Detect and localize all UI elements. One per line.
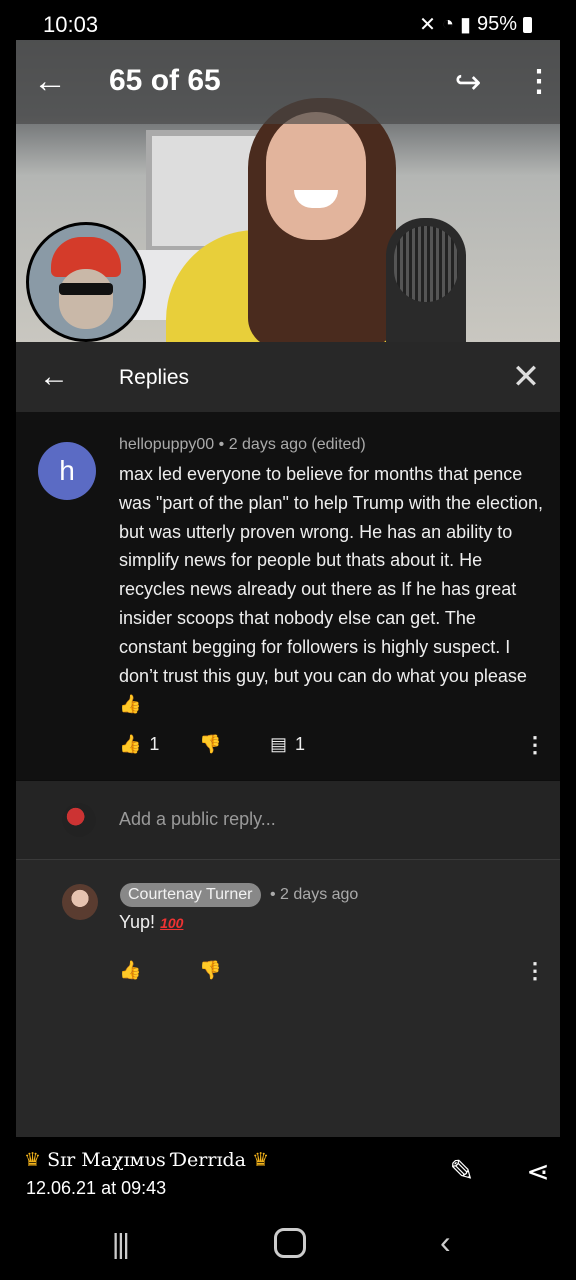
replies-title: Replies (119, 366, 190, 389)
overlay-avatar (26, 222, 146, 342)
like-count: 1 (149, 734, 160, 754)
thumbs-up-emoji-icon: 👍 (119, 694, 142, 715)
close-icon[interactable]: ✕ (504, 356, 548, 400)
avatar-glasses (59, 283, 113, 295)
comment-text-block: max led everyone to believe for months t… (119, 460, 544, 719)
nav-back-icon[interactable]: ‹ (440, 1224, 451, 1261)
image-counter: 65 of 65 (109, 64, 221, 97)
speaker-face (266, 112, 366, 240)
commenter-avatar[interactable]: h (38, 442, 96, 500)
reply-like-button[interactable]: 👍 (119, 960, 141, 981)
replies-back-icon[interactable]: ← (32, 356, 76, 400)
status-time: 10:03 (43, 12, 99, 37)
reply-dislike-button[interactable]: 👎 (199, 960, 221, 981)
reply-text-block: Yup! 100 (119, 912, 183, 933)
dislike-icon: 👎 (199, 960, 222, 980)
reply-icon: ▤ (270, 734, 288, 754)
reply-button[interactable]: ▤ 1 (270, 734, 305, 755)
avatar-face (59, 269, 113, 329)
gallery-frame: ← 65 of 65 ↪ ⋮ ← Replies ✕ h hellopuppy0… (16, 40, 560, 1137)
share-arrow-icon[interactable]: ↪ (446, 60, 490, 104)
replies-header: ← Replies ✕ (16, 342, 560, 412)
status-icons: ✕ ◔ ▮ 95% (419, 12, 532, 37)
reply-count: 1 (295, 734, 306, 754)
like-button[interactable]: 👍 1 (119, 734, 159, 755)
home-icon[interactable] (274, 1228, 306, 1258)
reply-text: Yup! (119, 912, 156, 932)
add-reply-row[interactable]: Add a public reply... (16, 781, 560, 859)
like-icon: 👍 (119, 734, 142, 754)
add-reply-input[interactable]: Add a public reply... (119, 809, 276, 830)
hundred-emoji-icon: 100 (160, 915, 184, 931)
battery-percent: 95% (476, 13, 517, 35)
share-icon[interactable]: ⋖ (516, 1150, 560, 1194)
reply-author-avatar[interactable] (62, 884, 98, 920)
author-name: Sɪr Maχɪмυs Ɗerrɪda (47, 1149, 247, 1171)
dislike-icon: 👎 (199, 734, 222, 754)
crown-icon: ♛ (252, 1149, 270, 1171)
recent-apps-icon[interactable]: ||| (112, 1228, 130, 1260)
reply-more-icon[interactable]: ⋮ (524, 958, 546, 984)
reply-author-chip[interactable]: Courtenay Turner (120, 883, 261, 907)
comment-more-icon[interactable]: ⋮ (524, 732, 546, 758)
signal-icon: ▮ (459, 14, 471, 36)
mute-icon: ✕ (419, 14, 436, 36)
more-options-icon[interactable]: ⋮ (524, 62, 554, 106)
crown-icon: ♛ (24, 1149, 42, 1171)
author-line: ♛ Sɪr Maχɪмυs Ɗerrɪda ♛ (24, 1149, 269, 1171)
user-avatar (62, 803, 96, 837)
battery-icon (523, 16, 532, 33)
dislike-button[interactable]: 👎 (199, 734, 221, 755)
comment-text: max led everyone to believe for months t… (119, 464, 544, 686)
wifi-icon: ◔ (441, 13, 454, 35)
microphone-grill (394, 226, 458, 302)
like-icon: 👍 (119, 960, 142, 980)
post-date: 12.06.21 at 09:43 (26, 1178, 167, 1198)
edit-brush-icon[interactable]: ✎ (440, 1150, 484, 1194)
comment-meta: hellopuppy00 • 2 days ago (edited) (119, 436, 366, 453)
reply-comment: Courtenay Turner • 2 days ago Yup! 100 👍… (16, 859, 560, 1137)
back-arrow-icon[interactable]: ← (26, 58, 74, 106)
reply-time: • 2 days ago (270, 886, 359, 903)
parent-comment: h hellopuppy00 • 2 days ago (edited) max… (16, 412, 560, 780)
gallery-top-bar: ← 65 of 65 ↪ ⋮ (16, 40, 560, 124)
